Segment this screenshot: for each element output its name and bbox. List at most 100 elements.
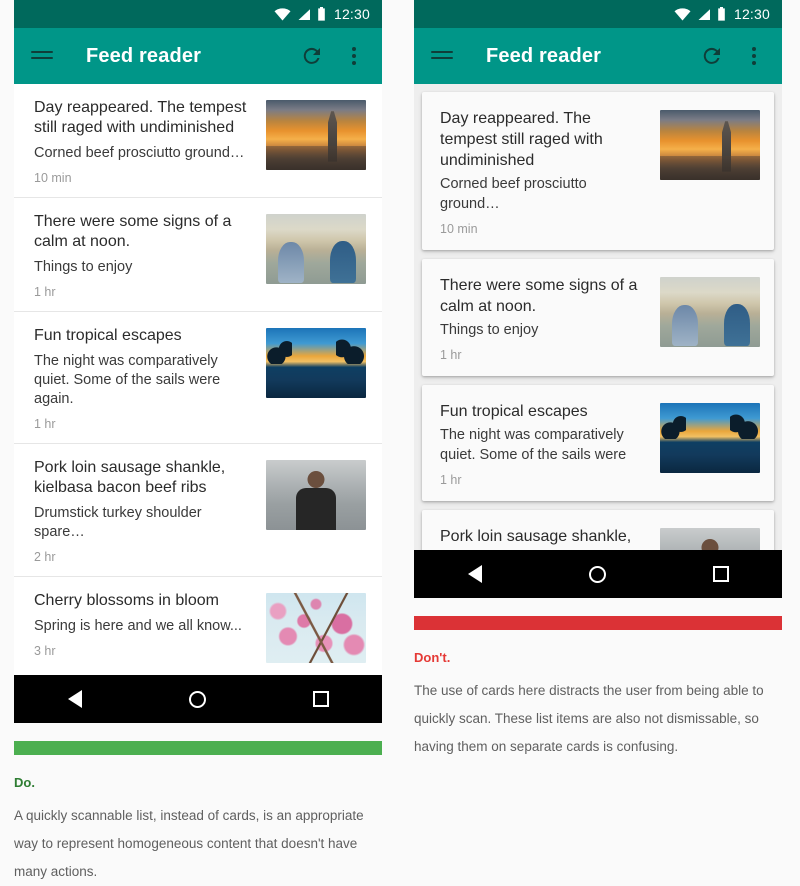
feed-card[interactable]: Fun tropical escapes The night was compa… — [422, 385, 774, 501]
card-title: Pork loin sausage shankle, kielbasa baco… — [440, 528, 632, 550]
status-bar: 12:30 — [414, 0, 782, 28]
card-thumbnail — [660, 403, 760, 473]
android-nav-bar — [414, 550, 782, 598]
list-item-thumbnail — [266, 460, 366, 530]
back-icon — [68, 690, 83, 708]
dont-body: The use of cards here distracts the user… — [414, 683, 764, 754]
card-time: 10 min — [440, 222, 478, 236]
feed-list: Day reappeared. The tempest still raged … — [14, 84, 382, 675]
list-item-title: Fun tropical escapes — [34, 327, 182, 344]
phone-mock-dont: 12:30 Feed reader Day reappeared. The te… — [414, 0, 782, 598]
comparison-page: 12:30 Feed reader Day reappeared. The te… — [0, 0, 800, 879]
list-item[interactable]: Cherry blossoms in bloom Spring is here … — [14, 577, 382, 675]
feed-card-list: Day reappeared. The tempest still raged … — [414, 84, 782, 550]
overflow-menu-icon[interactable] — [342, 44, 366, 68]
feed-card[interactable]: Pork loin sausage shankle, kielbasa baco… — [422, 510, 774, 550]
dont-label: Don't. — [414, 650, 451, 665]
list-item-subtitle: Spring is here and we all know... — [34, 618, 242, 634]
battery-icon — [318, 7, 325, 21]
list-item-text: Fun tropical escapes The night was compa… — [34, 326, 266, 431]
home-button[interactable] — [170, 675, 226, 723]
list-item-title: Day reappeared. The tempest still raged … — [34, 99, 247, 136]
app-bar: Feed reader — [414, 28, 782, 84]
card-subtitle: The night was comparatively quiet. Some … — [440, 427, 627, 463]
list-item-time: 10 min — [34, 171, 72, 185]
android-nav-bar — [14, 675, 382, 723]
list-item-thumbnail — [266, 328, 366, 398]
list-item-title: Pork loin sausage shankle, kielbasa baco… — [34, 459, 226, 496]
list-item-time: 2 hr — [34, 550, 56, 564]
back-icon — [468, 565, 483, 583]
dont-caption: Don't. The use of cards here distracts t… — [414, 650, 766, 761]
card-time: 1 hr — [440, 348, 462, 362]
card-thumbnail — [660, 110, 760, 180]
do-caption: Do. A quickly scannable list, instead of… — [14, 775, 366, 886]
card-subtitle: Things to enjoy — [440, 322, 539, 338]
hamburger-menu-icon[interactable] — [30, 44, 54, 68]
wifi-icon — [274, 7, 291, 21]
status-bar: 12:30 — [14, 0, 382, 28]
list-item-title: There were some signs of a calm at noon. — [34, 213, 232, 250]
app-bar: Feed reader — [14, 28, 382, 84]
card-time: 1 hr — [440, 473, 462, 487]
app-title: Feed reader — [486, 44, 602, 67]
feed-card[interactable]: Day reappeared. The tempest still raged … — [422, 92, 774, 250]
back-button[interactable] — [447, 550, 503, 598]
recents-icon — [312, 691, 329, 707]
list-item-time: 1 hr — [34, 417, 56, 431]
list-item[interactable]: Day reappeared. The tempest still raged … — [14, 84, 382, 198]
list-item-thumbnail — [266, 593, 366, 663]
card-title: There were some signs of a calm at noon. — [440, 277, 638, 315]
signal-icon — [298, 8, 310, 20]
do-accent-bar — [14, 741, 382, 755]
feed-card[interactable]: There were some signs of a calm at noon.… — [422, 259, 774, 376]
list-item[interactable]: Fun tropical escapes The night was compa… — [14, 312, 382, 444]
list-item-time: 3 hr — [34, 644, 56, 658]
card-title: Fun tropical escapes — [440, 403, 588, 420]
list-item-subtitle: Corned beef prosciutto ground… — [34, 145, 245, 161]
list-item-thumbnail — [266, 100, 366, 170]
refresh-icon[interactable] — [300, 44, 324, 68]
phone-mock-do: 12:30 Feed reader Day reappeared. The te… — [14, 0, 382, 723]
card-thumbnail — [660, 277, 760, 347]
hamburger-menu-icon[interactable] — [430, 44, 454, 68]
app-title: Feed reader — [86, 44, 202, 67]
refresh-icon[interactable] — [700, 44, 724, 68]
list-item-title: Cherry blossoms in bloom — [34, 592, 219, 609]
home-icon — [189, 690, 207, 708]
status-bar-time: 12:30 — [333, 6, 370, 22]
card-thumbnail — [660, 528, 760, 550]
list-item-text: Day reappeared. The tempest still raged … — [34, 98, 266, 185]
list-item[interactable]: There were some signs of a calm at noon.… — [14, 198, 382, 312]
home-button[interactable] — [570, 550, 626, 598]
card-text: There were some signs of a calm at noon.… — [440, 275, 660, 362]
list-item-thumbnail — [266, 214, 366, 284]
list-item-subtitle: The night was comparatively quiet. Some … — [34, 353, 221, 407]
card-text: Fun tropical escapes The night was compa… — [440, 401, 660, 487]
list-item-text: There were some signs of a calm at noon.… — [34, 212, 266, 299]
list-item-subtitle: Things to enjoy — [34, 259, 133, 275]
signal-icon — [698, 8, 710, 20]
list-item-subtitle: Drumstick turkey shoulder spare… — [34, 505, 202, 540]
list-item-text: Cherry blossoms in bloom Spring is here … — [34, 591, 266, 658]
card-text: Day reappeared. The tempest still raged … — [440, 108, 660, 236]
list-item[interactable]: Pork loin sausage shankle, kielbasa baco… — [14, 444, 382, 577]
dont-panel: 12:30 Feed reader Day reappeared. The te… — [414, 0, 800, 819]
overflow-menu-icon[interactable] — [742, 44, 766, 68]
card-text: Pork loin sausage shankle, kielbasa baco… — [440, 526, 660, 550]
recents-button[interactable] — [693, 550, 749, 598]
status-bar-time: 12:30 — [733, 6, 770, 22]
do-label: Do. — [14, 775, 35, 790]
card-subtitle: Corned beef prosciutto ground… — [440, 176, 587, 212]
recents-icon — [712, 566, 729, 582]
do-body: A quickly scannable list, instead of car… — [14, 808, 364, 879]
back-button[interactable] — [47, 675, 103, 723]
dont-accent-bar — [414, 616, 782, 630]
do-panel: 12:30 Feed reader Day reappeared. The te… — [14, 0, 400, 879]
recents-button[interactable] — [293, 675, 349, 723]
list-item-text: Pork loin sausage shankle, kielbasa baco… — [34, 458, 266, 564]
home-icon — [589, 565, 607, 583]
card-title: Day reappeared. The tempest still raged … — [440, 110, 603, 169]
battery-icon — [718, 7, 725, 21]
list-item-time: 1 hr — [34, 285, 56, 299]
